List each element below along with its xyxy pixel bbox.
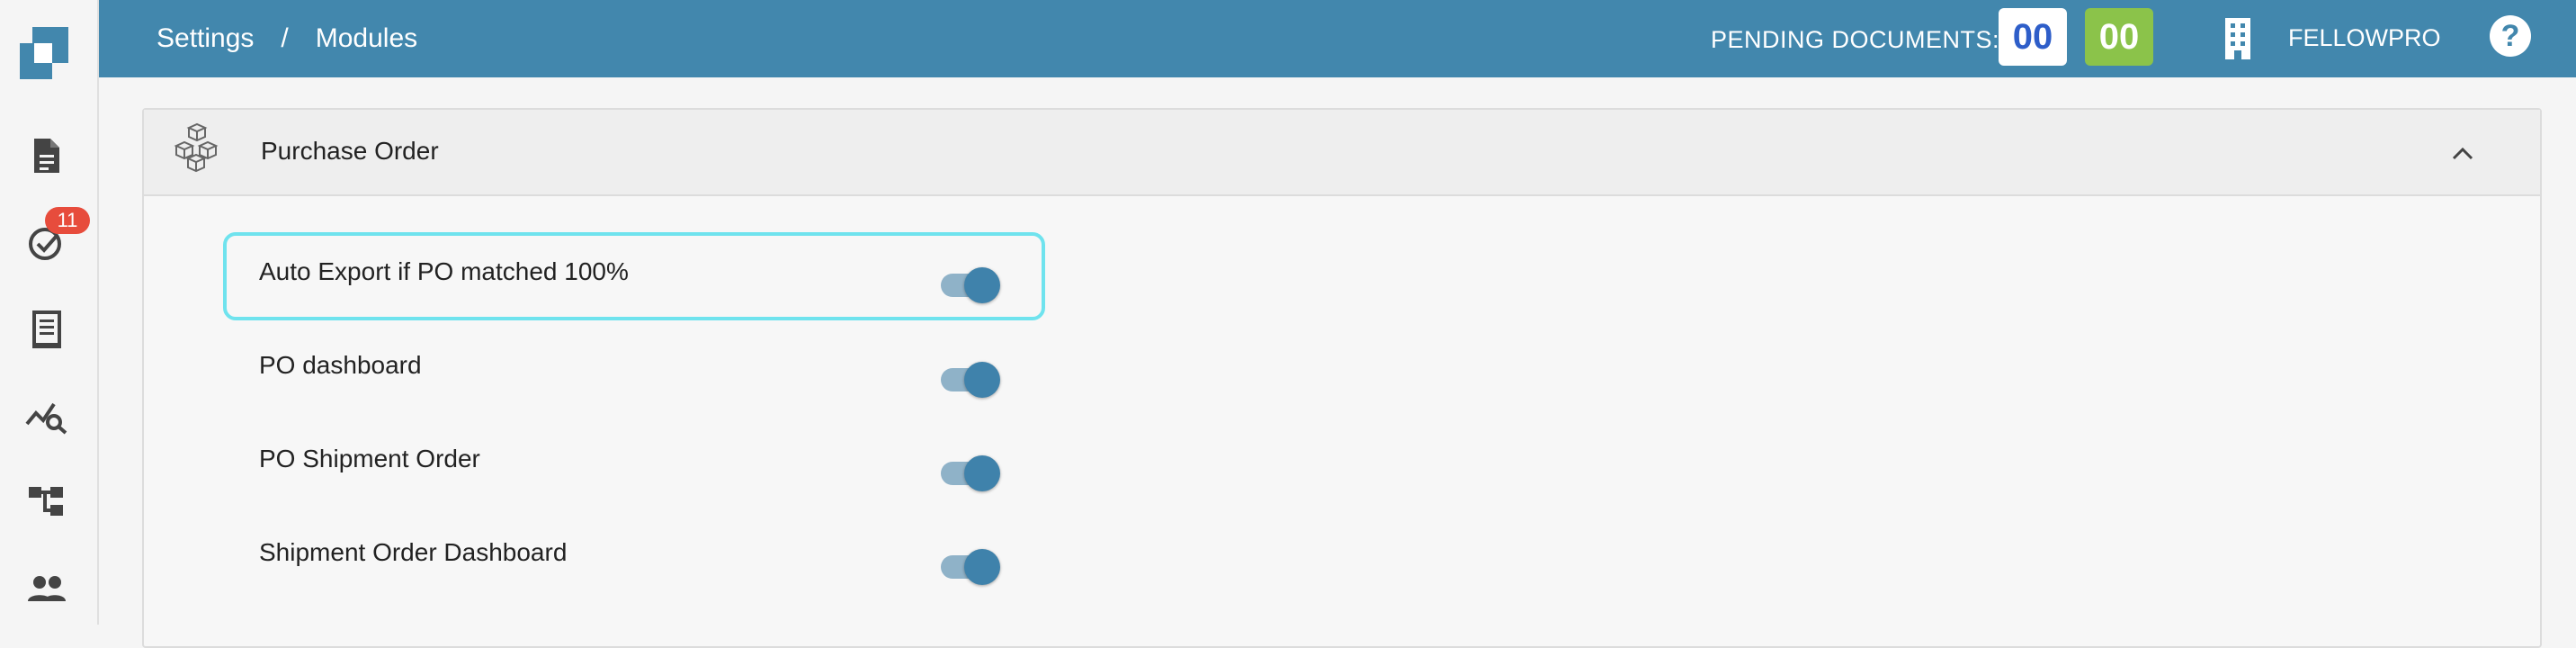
document-icon (34, 139, 59, 173)
breadcrumb: Settings / Modules (157, 23, 417, 54)
breadcrumb-separator: / (281, 23, 289, 53)
help-icon[interactable]: ? (2490, 15, 2531, 57)
pending-documents-label: PENDING DOCUMENTS: (1711, 26, 2000, 53)
sidebar: 11 (0, 0, 99, 625)
shipment-dashboard-toggle[interactable] (941, 543, 1000, 586)
po-shipment-toggle[interactable] (941, 449, 1000, 492)
setting-row-po-dashboard: PO dashboard (259, 351, 745, 405)
analytics-search-icon (25, 402, 67, 435)
approvals-badge: 11 (45, 207, 90, 234)
setting-row-po-shipment: PO Shipment Order (259, 445, 745, 499)
nav-users[interactable] (24, 567, 69, 612)
panel-header[interactable]: Purchase Order (144, 110, 2540, 196)
nav-documents[interactable] (24, 133, 69, 178)
auto-export-toggle[interactable] (941, 261, 1000, 304)
panel-title: Purchase Order (261, 137, 439, 165)
toggle-knob (964, 267, 1000, 303)
boxes-icon (174, 122, 219, 173)
hierarchy-icon (29, 487, 63, 516)
chevron-up-icon[interactable] (2446, 137, 2479, 169)
toggle-knob (964, 455, 1000, 491)
setting-row-shipment-dashboard: Shipment Order Dashboard (259, 538, 745, 592)
breadcrumb-settings[interactable]: Settings (157, 23, 254, 54)
top-header: Settings / Modules PENDING DOCUMENTS: 00… (99, 0, 2576, 77)
setting-row-auto-export: Auto Export if PO matched 100% (259, 257, 745, 311)
po-dashboard-toggle[interactable] (941, 356, 1000, 399)
setting-label: Shipment Order Dashboard (259, 538, 568, 566)
setting-label: PO Shipment Order (259, 445, 480, 472)
nav-receipts[interactable] (24, 308, 69, 353)
building-icon (2225, 18, 2250, 59)
app-logo[interactable] (16, 23, 76, 83)
toggle-knob (964, 362, 1000, 398)
setting-label: Auto Export if PO matched 100% (259, 257, 629, 285)
pending-count-green[interactable]: 00 (2085, 8, 2153, 66)
company-name[interactable]: FELLOWPRO (2288, 24, 2441, 52)
breadcrumb-modules: Modules (315, 23, 418, 53)
people-icon (28, 576, 66, 601)
nav-analytics[interactable] (24, 394, 69, 439)
setting-label: PO dashboard (259, 351, 422, 379)
nav-hierarchy[interactable] (24, 479, 69, 524)
receipt-icon (32, 310, 61, 348)
toggle-knob (964, 549, 1000, 585)
pending-count-blue[interactable]: 00 (1999, 8, 2067, 66)
